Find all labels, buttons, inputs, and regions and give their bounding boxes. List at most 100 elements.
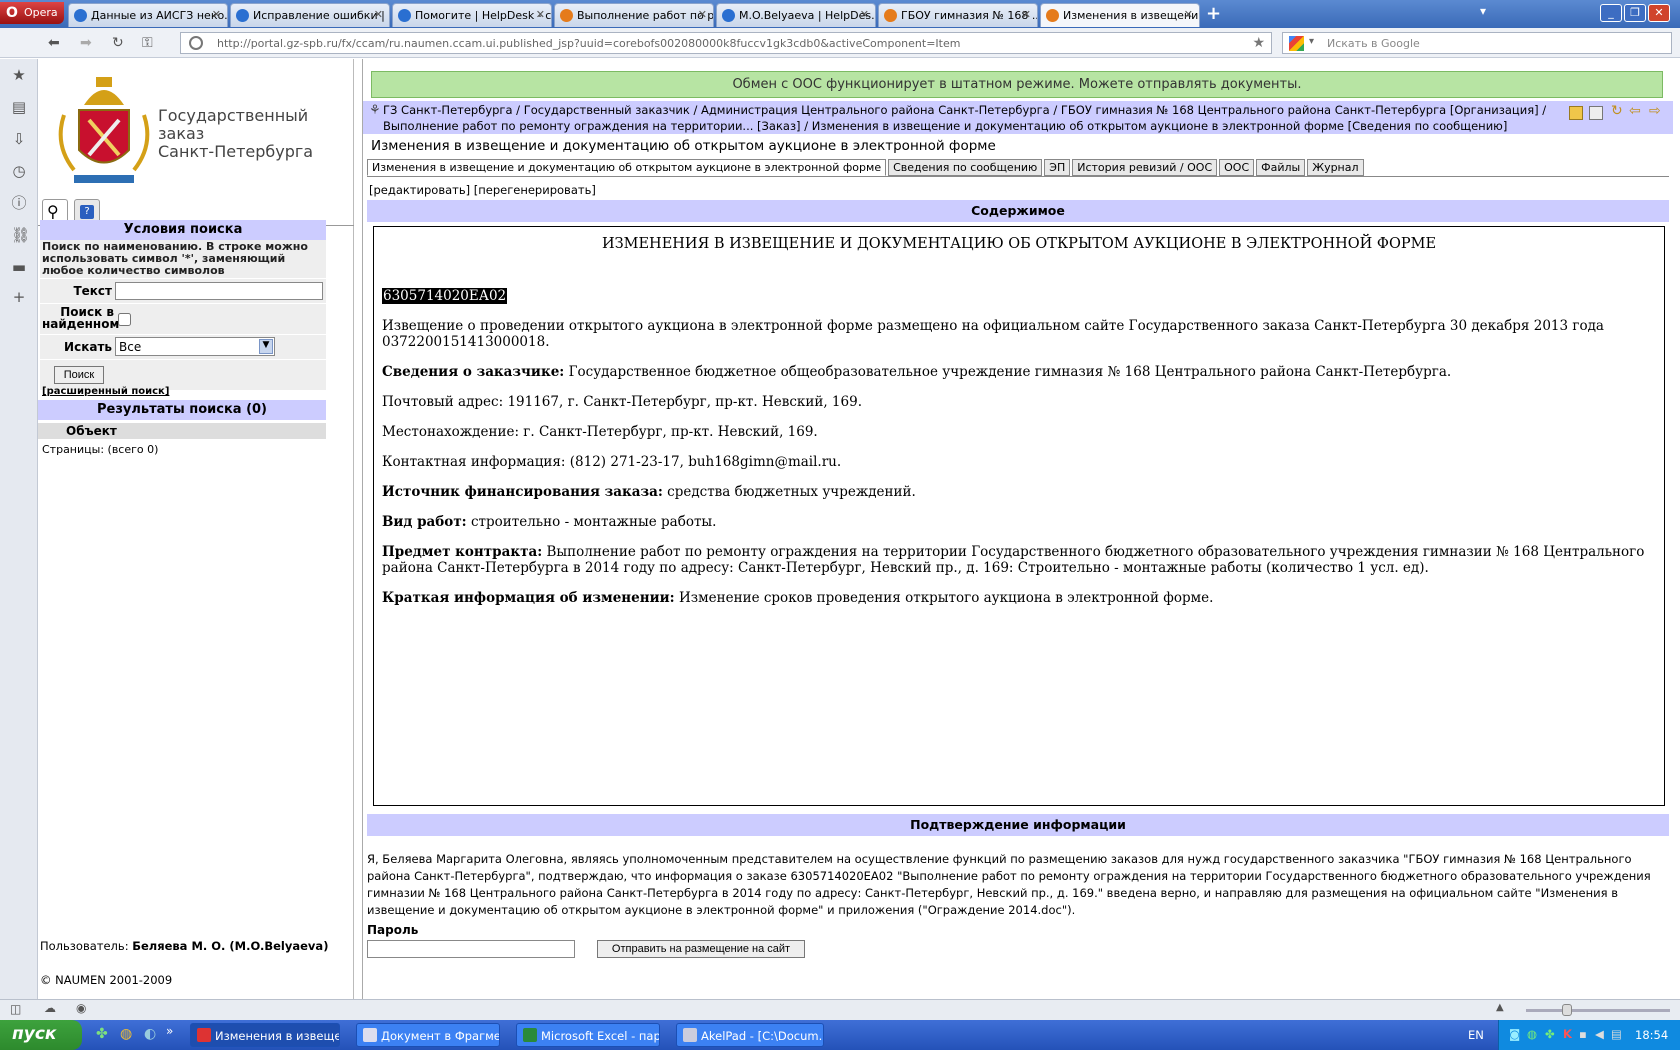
task-opera[interactable]: Изменения в извеще...	[190, 1023, 340, 1047]
quick-launch-icon[interactable]: ✤	[96, 1026, 108, 1042]
submit-to-site-button[interactable]: Отправить на размещение на сайт	[597, 940, 805, 958]
browser-tab[interactable]: Выполнение работ по р... ✕	[554, 3, 714, 27]
tray-icon[interactable]: ✤	[1545, 1027, 1555, 1041]
main-content: Обмен с ООС функционирует в штатном режи…	[362, 59, 1673, 999]
close-icon[interactable]: ✕	[698, 8, 707, 21]
edit-link[interactable]: [редактировать]	[369, 183, 470, 197]
add-panel-icon[interactable]: +	[11, 289, 27, 305]
maximize-button[interactable]: ❐	[1624, 4, 1646, 22]
search-input[interactable]: ▾ Искать в Google	[1282, 32, 1672, 54]
tab-changes[interactable]: Изменения в извещение и документацию об …	[367, 159, 887, 176]
clock[interactable]: 18:54	[1635, 1028, 1668, 1042]
refresh-icon[interactable]: ↻	[1611, 103, 1623, 119]
browser-tab[interactable]: M.O.Belyaeva | HelpDes... ✕	[716, 3, 876, 27]
new-tab-button[interactable]: +	[1206, 3, 1221, 24]
chevron-down-icon[interactable]: ▾	[1309, 36, 1314, 47]
zoom-slider-handle[interactable]	[1562, 1004, 1572, 1016]
tab-journal[interactable]: Журнал	[1307, 159, 1364, 176]
minimize-button[interactable]: _	[1600, 4, 1622, 22]
chevron-up-icon[interactable]: ▲	[1496, 1002, 1504, 1013]
notes-icon[interactable]: ▤	[11, 99, 27, 115]
tray-icon[interactable]: ◙	[1509, 1027, 1520, 1041]
home-icon[interactable]	[1589, 106, 1603, 120]
forward-arrow-icon[interactable]: ⇨	[1649, 103, 1661, 119]
password-input[interactable]	[367, 940, 575, 958]
task-akelpad[interactable]: AkelPad - [C:\Docum...	[676, 1023, 824, 1047]
bookmark-star-icon[interactable]: ★	[1252, 35, 1265, 51]
site-info-icon[interactable]	[189, 36, 203, 50]
info-icon[interactable]: ⓘ	[11, 195, 27, 211]
turbo-cloud-icon[interactable]: ☁	[44, 1001, 56, 1015]
links-icon[interactable]: ⛓	[11, 227, 30, 243]
close-icon[interactable]: ✕	[1184, 8, 1193, 21]
search-button[interactable]: Поиск	[54, 366, 104, 384]
contract-subject: Предмет контракта: Выполнение работ по р…	[382, 544, 1645, 576]
task-document[interactable]: Документ в Фрагме...	[356, 1023, 500, 1047]
folder-icon[interactable]	[1569, 106, 1583, 120]
naumen-icon	[1046, 9, 1059, 22]
network-icon[interactable]: ▤	[1611, 1027, 1622, 1041]
opera-menu-button[interactable]: O Opera	[0, 2, 64, 24]
browser-tab[interactable]: Данные из АИСГЗ неко... ✕	[68, 3, 228, 27]
address-bar[interactable]: http://portal.gz-spb.ru/fx/ccam/ru.naume…	[180, 32, 1272, 54]
browser-tab[interactable]: Помогите | HelpDesk - с... ✕	[392, 3, 552, 27]
search-in-label: Искать	[64, 340, 112, 354]
regenerate-link[interactable]: [перегенерировать]	[474, 183, 596, 197]
back-arrow-icon[interactable]: ⇦	[1629, 103, 1641, 119]
back-arrow-icon[interactable]: ⬅	[48, 35, 60, 51]
browser-tab-active[interactable]: Изменения в извещени... ✕	[1040, 3, 1200, 27]
chevron-right-icon[interactable]: »	[166, 1024, 173, 1038]
google-icon	[1289, 36, 1304, 51]
speed-dial-icon[interactable]: ◉	[76, 1001, 86, 1015]
zoom-slider[interactable]	[1526, 1009, 1670, 1012]
opera-side-panel: ★ ▤ ⇩ ◷ ⓘ ⛓ ▬ +	[0, 59, 38, 999]
panels-icon[interactable]: ▬	[11, 259, 27, 275]
volume-icon[interactable]: ◀	[1595, 1027, 1604, 1041]
naumen-icon	[884, 9, 897, 22]
close-icon[interactable]: ✕	[374, 8, 383, 21]
history-clock-icon[interactable]: ◷	[11, 163, 27, 179]
downloads-icon[interactable]: ⇩	[11, 131, 27, 147]
reload-icon[interactable]: ↻	[112, 35, 124, 51]
akelpad-icon	[683, 1028, 697, 1042]
browser-tab[interactable]: Исправление ошибки | Н...✕	[230, 3, 390, 27]
tab-message-info[interactable]: Сведения по сообщению	[888, 159, 1043, 176]
tab-ooc[interactable]: ООС	[1219, 159, 1255, 176]
browser-tab[interactable]: ГБОУ гимназия № 168 ... ✕	[878, 3, 1038, 27]
search-form: Условия поиска Поиск по наименованию. В …	[40, 220, 326, 390]
search-text-input[interactable]	[115, 282, 323, 300]
kaspersky-icon[interactable]: K	[1563, 1027, 1572, 1041]
browser-icon[interactable]: ◐	[144, 1026, 156, 1042]
close-icon[interactable]: ✕	[1022, 8, 1031, 21]
task-excel[interactable]: Microsoft Excel - пар...	[516, 1023, 660, 1047]
key-icon[interactable]: ⚿	[142, 35, 153, 51]
tab-files[interactable]: Файлы	[1256, 159, 1306, 176]
tray-icon[interactable]: ◍	[1527, 1027, 1537, 1041]
tab-revisions[interactable]: История ревизий / ООС	[1072, 159, 1218, 176]
breadcrumb[interactable]: ГЗ Санкт-Петербурга / Государственный за…	[367, 102, 1557, 134]
system-tray: ◙ ◍ ✤ K ▪ ◀ ▤ 18:54	[1498, 1020, 1680, 1050]
search-hint: Поиск по наименованию. В строке можно ис…	[40, 240, 326, 278]
left-panel: Государственный заказ Санкт-Петербурга ⚲…	[38, 59, 354, 999]
naumen-icon	[560, 9, 573, 22]
close-icon[interactable]: ✕	[536, 8, 545, 21]
window-close-button[interactable]: ✕	[1648, 4, 1670, 22]
tab-ep[interactable]: ЭП	[1044, 159, 1071, 176]
change-info: Краткая информация об изменении: Изменен…	[382, 590, 1214, 606]
search-in-select[interactable]: Все ▼	[115, 337, 275, 356]
tab-list-chevron-icon[interactable]: ▾	[1480, 4, 1486, 18]
in-found-checkbox[interactable]	[118, 313, 131, 326]
forward-arrow-icon[interactable]: ➡	[80, 35, 92, 51]
language-indicator[interactable]: EN	[1468, 1028, 1484, 1042]
tray-icon[interactable]: ▪	[1579, 1027, 1587, 1041]
start-button[interactable]: пуск	[0, 1020, 82, 1050]
opera-icon	[197, 1028, 211, 1042]
close-icon[interactable]: ✕	[212, 8, 221, 21]
bookmarks-star-icon[interactable]: ★	[11, 67, 27, 83]
advanced-search-link[interactable]: [расширенный поиск]	[42, 386, 169, 397]
panel-toggle-icon[interactable]: ◫	[10, 1002, 21, 1016]
close-icon[interactable]: ✕	[860, 8, 869, 21]
opera-page-icon	[236, 9, 249, 22]
chrome-icon[interactable]: ◍	[120, 1026, 132, 1042]
edit-links: [редактировать] [перегенерировать]	[369, 183, 596, 197]
